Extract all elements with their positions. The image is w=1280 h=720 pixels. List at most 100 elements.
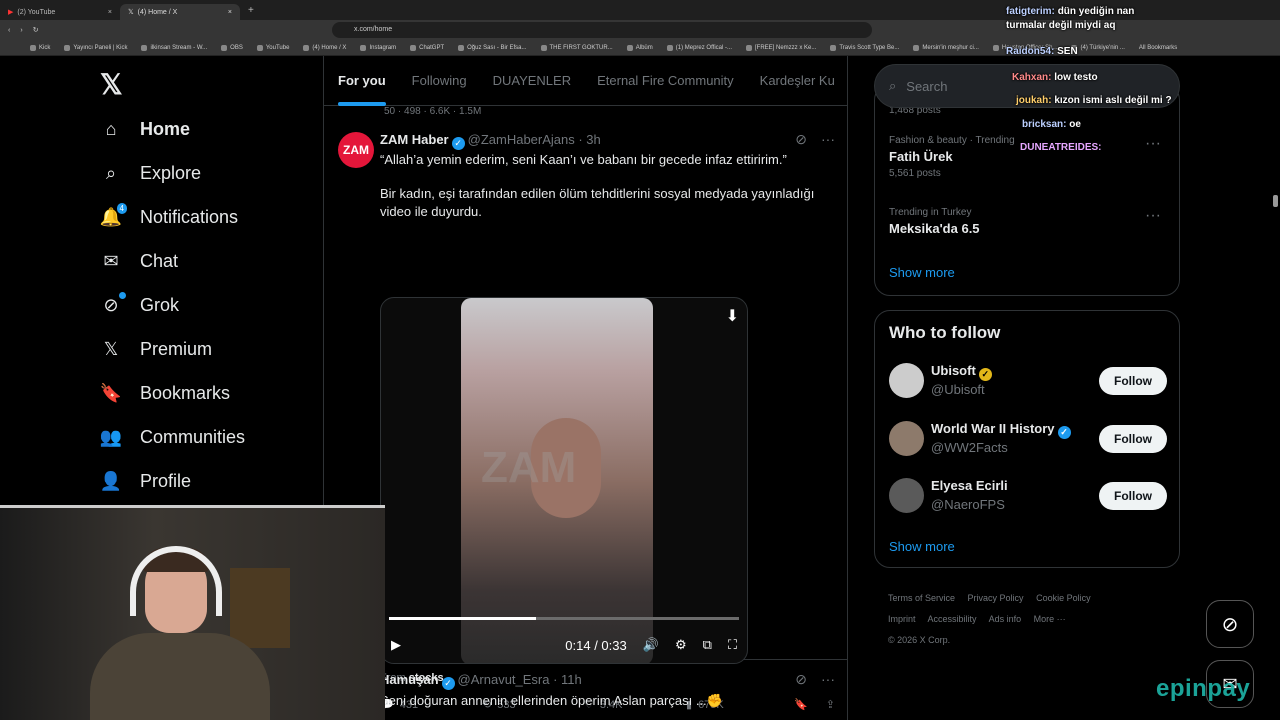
author-name[interactable]: ZAM Haber — [380, 132, 449, 147]
forward-icon[interactable]: › — [20, 27, 22, 34]
picture-in-picture-icon[interactable]: ⧉ — [703, 637, 712, 653]
follow-button[interactable]: Follow — [1099, 482, 1167, 510]
bookmark-item[interactable]: Instagram — [360, 44, 396, 51]
tab-eternal-fire[interactable]: Eternal Fire Community — [597, 73, 734, 88]
nav-grok[interactable]: ⊘ Grok — [100, 292, 179, 316]
author-handle[interactable]: @Arnavut_Esra · 11h — [458, 672, 582, 687]
avatar[interactable] — [889, 363, 924, 398]
settings-icon[interactable]: ⚙ — [675, 637, 687, 653]
close-tab-button[interactable]: × — [228, 9, 232, 16]
grok-floating-button[interactable]: ⊘ — [1206, 600, 1254, 648]
person-icon: 👤 — [99, 470, 123, 491]
more-icon[interactable]: ··· — [821, 671, 835, 688]
bookmark-item[interactable]: OBS — [221, 44, 243, 51]
bookmark-item[interactable]: Travis Scott Type Be... — [830, 44, 899, 51]
webcam-overlay — [0, 505, 385, 720]
nav-notifications[interactable]: 🔔 4 Notifications — [100, 202, 239, 228]
bookmark-item[interactable]: Albüm — [626, 44, 653, 51]
tab-youtube[interactable]: ▶ (2) YouTube × — [0, 4, 120, 20]
show-more-link[interactable]: Show more — [889, 539, 955, 554]
bookmark-item[interactable]: [FREE] Nemzzz x Ke... — [746, 44, 816, 51]
bookmark-icon: 🔖 — [99, 382, 123, 403]
bookmark-item[interactable]: (1) Meprez Offical -... — [666, 44, 732, 51]
scrollbar-thumb[interactable] — [1273, 195, 1278, 207]
video-progress-fill — [389, 617, 536, 620]
tweet-menu: ⊘ ··· — [795, 131, 835, 148]
reload-icon[interactable]: ↻ — [33, 26, 39, 34]
video-progress-bar[interactable] — [389, 617, 739, 620]
new-tab-button[interactable]: + — [248, 5, 254, 16]
more-icon[interactable]: ··· — [821, 131, 835, 148]
footer-link[interactable]: Cookie Policy — [1036, 593, 1091, 603]
nav-bookmarks[interactable]: 🔖 Bookmarks — [100, 382, 230, 404]
tab-for-you[interactable]: For you — [338, 73, 386, 106]
nav-profile[interactable]: 👤 Profile — [100, 470, 191, 492]
nav-home[interactable]: ⌂ Home — [100, 118, 190, 140]
follow-suggestion[interactable]: World War II History ✓ @WW2Facts Follow — [889, 421, 1167, 461]
author-name[interactable]: Hamuşan — [380, 672, 439, 687]
footer-link[interactable]: Terms of Service — [888, 593, 955, 603]
author-handle[interactable]: @ZamHaberAjans · 3h — [468, 132, 601, 147]
video-player[interactable]: ZAM ⬇ ▶ 0:14 / 0:33 🔊 ⚙ ⧉ ⛶ — [380, 297, 748, 664]
copyright: © 2026 X Corp. — [888, 635, 951, 645]
bookmark-item[interactable]: Oğuz Sası - Bir Efsa... — [458, 44, 527, 51]
volume-icon[interactable]: 🔊 — [643, 637, 659, 653]
address-bar[interactable]: x.com/home — [332, 22, 872, 38]
tab-duayenler[interactable]: DUAYENLER — [493, 73, 572, 88]
nav-explore[interactable]: ⌕ Explore — [100, 162, 201, 184]
tab-x-home[interactable]: 𝕏 (4) Home / X × — [120, 4, 240, 20]
footer-link[interactable]: Imprint — [888, 614, 916, 624]
bookmark-item[interactable]: YouTube — [256, 44, 289, 51]
nav-communities[interactable]: 👥 Communities — [100, 426, 245, 448]
chat-message: turmalar değil miydi aq — [1006, 20, 1116, 31]
grok-icon[interactable]: ⊘ — [795, 131, 807, 148]
video-controls: ▶ 0:14 / 0:33 🔊 ⚙ ⧉ ⛶ — [381, 630, 747, 660]
footer-link[interactable]: More ··· — [1034, 614, 1066, 624]
epinpay-logo: epinpay — [1156, 675, 1251, 702]
tweet-header: ZAM Haber ✓ @ZamHaberAjans · 3h — [380, 132, 601, 150]
follow-button[interactable]: Follow — [1099, 367, 1167, 395]
download-icon[interactable]: ⬇ — [726, 306, 739, 326]
avatar[interactable] — [889, 478, 924, 513]
play-icon[interactable]: ▶ — [391, 637, 401, 653]
grok-icon: ⊘ — [1221, 613, 1239, 636]
tweet[interactable]: Hamuşan ✓ @Arnavut_Esra · 11h ⊘ ··· Seni d… — [324, 660, 847, 720]
footer-link[interactable]: Ads info — [989, 614, 1022, 624]
fullscreen-icon[interactable]: ⛶ — [728, 637, 737, 653]
bookmark-item[interactable]: Mersin'in meşhur ci... — [913, 44, 979, 51]
close-tab-button[interactable]: × — [108, 9, 112, 16]
bookmark-item[interactable]: ilkinsan Stream - W... — [141, 44, 207, 51]
footer-link[interactable]: Privacy Policy — [968, 593, 1024, 603]
follow-button[interactable]: Follow — [1099, 425, 1167, 453]
follow-suggestion[interactable]: Elyesa Ecirli @NaeroFPS Follow — [889, 478, 1167, 518]
nav-label: Profile — [140, 470, 192, 491]
tweet[interactable]: ZAM ZAM Haber ✓ @ZamHaberAjans · 3h ⊘ ··· … — [324, 122, 847, 711]
chat-message: joukah: kızon ismi aslı değil mi ? — [1016, 95, 1172, 106]
x-logo-icon[interactable]: 𝕏 — [100, 68, 123, 101]
bookmark-item[interactable]: THE FIRST GOKTUR... — [540, 44, 613, 51]
verified-badge-icon: ✓ — [451, 137, 465, 150]
nav-label: Notifications — [140, 206, 239, 227]
bookmark-item[interactable]: Kick — [30, 44, 50, 51]
bookmark-item[interactable]: Yayıncı Paneli | Kick — [64, 44, 127, 51]
grok-icon[interactable]: ⊘ — [795, 671, 807, 688]
follow-suggestion[interactable]: Ubisoft ✓ @Ubisoft Follow — [889, 363, 1167, 403]
nav-chat[interactable]: ✉ Chat — [100, 250, 178, 272]
x-favicon-icon: 𝕏 — [128, 9, 134, 16]
footer-link[interactable]: Accessibility — [928, 614, 977, 624]
bookmark-item[interactable]: (4) Home / X — [303, 44, 346, 51]
back-icon[interactable]: ‹ — [8, 27, 10, 34]
communities-icon: 👥 — [99, 426, 123, 447]
show-more-link[interactable]: Show more — [889, 265, 955, 280]
bell-icon: 🔔 4 — [100, 202, 128, 228]
nav-premium[interactable]: 𝕏 Premium — [100, 338, 212, 360]
trend-item[interactable]: Trending in Turkey Meksika'da 6.5 ··· — [889, 207, 1169, 236]
tab-following[interactable]: Following — [412, 73, 467, 88]
tab-kardesler[interactable]: Kardeşler Ku — [760, 73, 835, 88]
bookmark-item[interactable]: ChatGPT — [410, 44, 444, 51]
nav-label: Communities — [140, 426, 246, 447]
avatar[interactable]: ZAM — [338, 132, 374, 168]
more-icon[interactable]: ··· — [1145, 207, 1161, 225]
avatar[interactable] — [889, 421, 924, 456]
footer-links: Terms of Service Privacy Policy Cookie P… — [888, 588, 1168, 651]
